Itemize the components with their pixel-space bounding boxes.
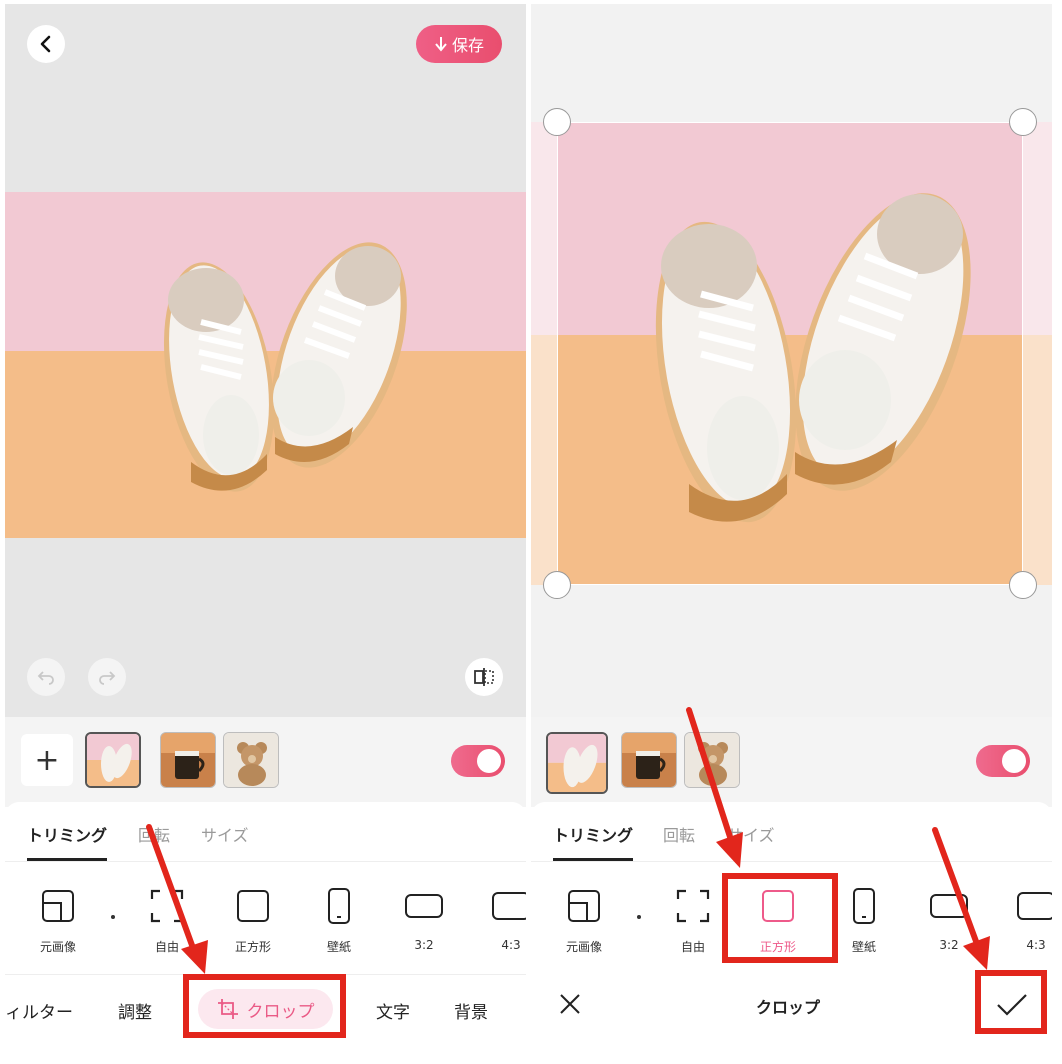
editor-screen: 保存 + トリミング 回転 サイズ 元画像 自由 正方形 壁紙 3:2 4:3 … bbox=[5, 4, 526, 1044]
nav-filter[interactable]: ィルター bbox=[5, 998, 73, 1023]
ratio-3-2-icon bbox=[405, 894, 443, 918]
save-button[interactable]: 保存 bbox=[416, 25, 502, 63]
sneakers-image bbox=[163, 242, 407, 492]
crop-handle-bottom-right[interactable] bbox=[1009, 571, 1037, 599]
crop-handle-bottom-left[interactable] bbox=[543, 571, 571, 599]
crop-option-3-2[interactable]: 3:2 bbox=[384, 884, 464, 952]
original-ratio-icon bbox=[568, 890, 600, 922]
canvas-area: 保存 bbox=[5, 4, 526, 717]
tab-underline bbox=[27, 858, 107, 861]
highlight-box bbox=[183, 974, 346, 1038]
crop-option-label: 正方形 bbox=[234, 940, 271, 954]
free-crop-icon bbox=[150, 889, 184, 923]
crop-canvas bbox=[531, 4, 1052, 717]
crop-option-original[interactable]: 元画像 bbox=[544, 884, 624, 955]
add-image-button[interactable]: + bbox=[21, 734, 73, 786]
crop-option-label: 元画像 bbox=[39, 940, 76, 954]
crop-action-bar: クロップ bbox=[531, 974, 1052, 1044]
photo-preview bbox=[5, 192, 526, 538]
highlight-box-square bbox=[722, 873, 838, 963]
tab-trimming[interactable]: トリミング bbox=[27, 822, 107, 846]
thumbnail-mug[interactable] bbox=[160, 732, 216, 788]
separator-dot bbox=[111, 915, 115, 919]
crop-tabs: トリミング 回転 サイズ bbox=[5, 802, 526, 862]
crop-option-label: 元画像 bbox=[565, 940, 602, 954]
crop-tabs: トリミング 回転 サイズ bbox=[531, 802, 1052, 862]
back-button[interactable] bbox=[27, 25, 65, 63]
thumbnail-teddy-bear[interactable] bbox=[223, 732, 279, 788]
plus-icon: + bbox=[34, 742, 60, 778]
redo-icon bbox=[99, 671, 116, 685]
highlight-box-confirm bbox=[975, 970, 1047, 1034]
nav-text[interactable]: 文字 bbox=[376, 998, 410, 1023]
crop-option-label: 3:2 bbox=[939, 938, 959, 952]
compare-button[interactable] bbox=[465, 658, 503, 696]
dim-overlay-left bbox=[531, 122, 557, 585]
separator-dot bbox=[637, 915, 641, 919]
crop-handle-top-left[interactable] bbox=[543, 108, 571, 136]
crop-screen: トリミング 回転 サイズ 元画像 自由 正方形 壁紙 3:2 4:3 クロップ bbox=[531, 4, 1052, 1044]
tab-rotate[interactable]: 回転 bbox=[138, 822, 170, 846]
redo-button[interactable] bbox=[88, 658, 126, 696]
toggle-switch[interactable] bbox=[976, 745, 1030, 777]
thumbnail-mug[interactable] bbox=[621, 732, 677, 788]
phone-icon bbox=[328, 888, 350, 924]
download-icon bbox=[435, 37, 447, 52]
tab-underline bbox=[553, 858, 633, 861]
crop-option-label: 3:2 bbox=[414, 938, 434, 952]
thumbnail-shoes[interactable] bbox=[546, 732, 608, 794]
crop-frame[interactable] bbox=[557, 122, 1023, 585]
thumbnail-shoes[interactable] bbox=[85, 732, 141, 788]
tab-trimming[interactable]: トリミング bbox=[553, 822, 633, 846]
crop-option-label: 4:3 bbox=[501, 938, 521, 952]
image-strip bbox=[531, 717, 1052, 807]
undo-button[interactable] bbox=[27, 658, 65, 696]
crop-option-label: 壁紙 bbox=[326, 940, 351, 954]
ratio-4-3-icon bbox=[1017, 892, 1052, 920]
crop-option-label: 自由 bbox=[680, 940, 705, 954]
crop-option-4-3[interactable]: 4:3 bbox=[471, 884, 526, 952]
crop-option-wallpaper[interactable]: 壁紙 bbox=[299, 884, 379, 955]
crop-option-free[interactable]: 自由 bbox=[653, 884, 733, 955]
crop-option-label: 自由 bbox=[154, 940, 179, 954]
crop-option-3-2[interactable]: 3:2 bbox=[909, 884, 989, 952]
nav-background[interactable]: 背景 bbox=[454, 998, 488, 1023]
phone-icon bbox=[853, 888, 875, 924]
image-strip: + bbox=[5, 717, 526, 807]
undo-icon bbox=[37, 671, 54, 685]
original-ratio-icon bbox=[42, 890, 74, 922]
close-icon[interactable] bbox=[559, 993, 581, 1015]
dim-overlay-right bbox=[1023, 122, 1052, 585]
toggle-switch[interactable] bbox=[451, 745, 505, 777]
ratio-3-2-icon bbox=[930, 894, 968, 918]
square-icon bbox=[237, 890, 269, 922]
crop-option-label: 4:3 bbox=[1026, 938, 1046, 952]
crop-option-free[interactable]: 自由 bbox=[127, 884, 207, 955]
thumbnail-teddy-bear[interactable] bbox=[684, 732, 740, 788]
nav-adjust[interactable]: 調整 bbox=[118, 998, 152, 1023]
tab-size[interactable]: サイズ bbox=[201, 822, 249, 846]
tab-size[interactable]: サイズ bbox=[727, 822, 775, 846]
crop-option-original[interactable]: 元画像 bbox=[18, 884, 98, 955]
ratio-4-3-icon bbox=[492, 892, 526, 920]
crop-title: クロップ bbox=[756, 998, 821, 1017]
crop-handle-top-right[interactable] bbox=[1009, 108, 1037, 136]
tab-rotate[interactable]: 回転 bbox=[663, 822, 695, 846]
free-crop-icon bbox=[676, 889, 710, 923]
save-label: 保存 bbox=[451, 36, 484, 55]
back-icon bbox=[40, 35, 51, 53]
crop-option-4-3[interactable]: 4:3 bbox=[996, 884, 1052, 952]
compare-icon bbox=[474, 668, 494, 686]
crop-option-square[interactable]: 正方形 bbox=[213, 884, 293, 955]
